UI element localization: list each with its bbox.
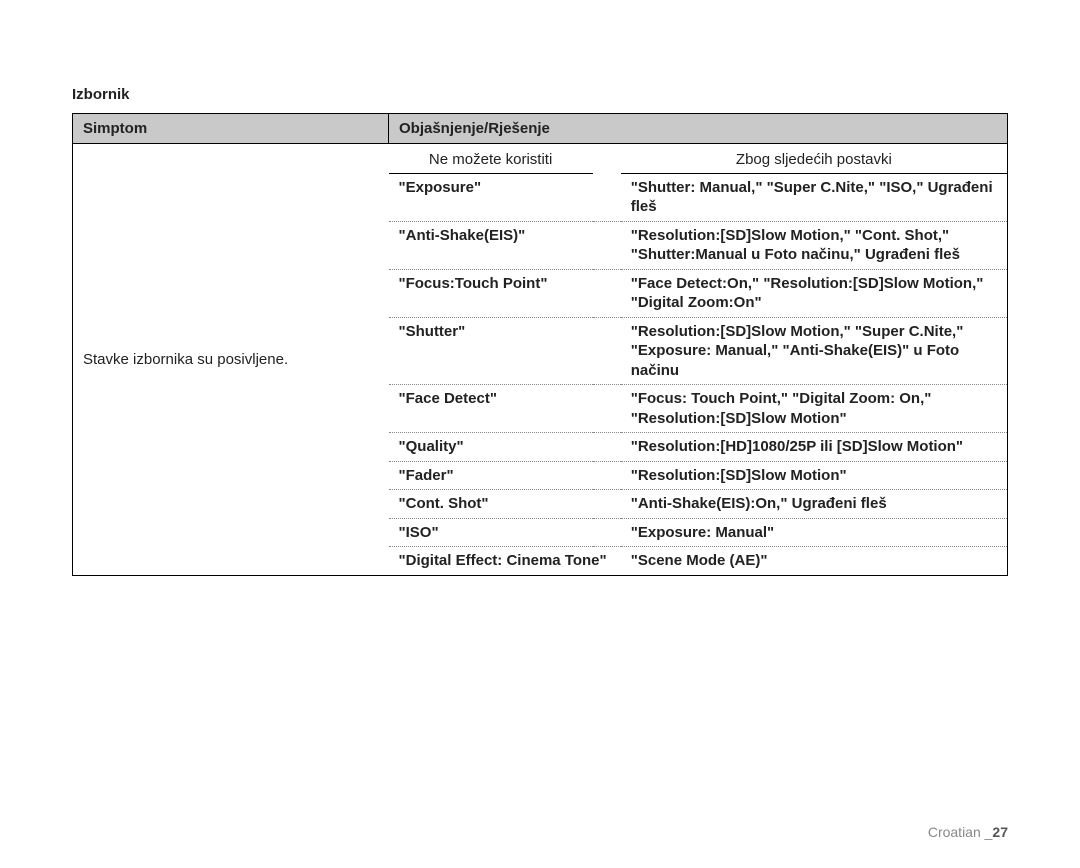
subheader-gap — [593, 144, 621, 173]
row-left: "Anti-Shake(EIS)" — [389, 221, 621, 269]
table-row: "ISO" "Exposure: Manual" — [389, 518, 1008, 547]
row-right: "Resolution:[HD]1080/25P ili [SD]Slow Mo… — [621, 433, 1007, 462]
row-left: "Cont. Shot" — [389, 490, 621, 519]
symptom-cell: Stavke izbornika su posivljene. — [73, 144, 389, 576]
table-row: "Fader" "Resolution:[SD]Slow Motion" — [389, 461, 1008, 490]
row-left: "ISO" — [389, 518, 621, 547]
subheader-cannot-use: Ne možete koristiti — [389, 144, 593, 173]
page-footer: Croatian _27 — [928, 824, 1008, 840]
row-left: "Digital Effect: Cinema Tone" — [389, 547, 621, 575]
row-right: "Resolution:[SD]Slow Motion," "Cont. Sho… — [621, 221, 1007, 269]
header-symptom: Simptom — [73, 114, 389, 144]
subheader-because: Zbog sljedećih postavki — [621, 144, 1007, 173]
troubleshoot-table: Simptom Objašnjenje/Rješenje Stavke izbo… — [72, 113, 1008, 576]
sub-table: Ne možete koristiti Zbog sljedećih posta… — [389, 144, 1008, 575]
row-left: "Exposure" — [389, 173, 621, 221]
table-row: "Focus:Touch Point" "Face Detect:On," "R… — [389, 269, 1008, 317]
explain-cell: Ne možete koristiti Zbog sljedećih posta… — [389, 144, 1008, 576]
table-row: "Quality" "Resolution:[HD]1080/25P ili [… — [389, 433, 1008, 462]
row-right: "Focus: Touch Point," "Digital Zoom: On,… — [621, 385, 1007, 433]
row-right: "Anti-Shake(EIS):On," Ugrađeni fleš — [621, 490, 1007, 519]
footer-page: 27 — [992, 824, 1008, 840]
footer-lang: Croatian _ — [928, 824, 993, 840]
row-left: "Shutter" — [389, 317, 621, 385]
header-explain: Objašnjenje/Rješenje — [389, 114, 1008, 144]
table-row: "Face Detect" "Focus: Touch Point," "Dig… — [389, 385, 1008, 433]
table-row: "Digital Effect: Cinema Tone" "Scene Mod… — [389, 547, 1008, 575]
row-right: "Shutter: Manual," "Super C.Nite," "ISO,… — [621, 173, 1007, 221]
row-right: "Resolution:[SD]Slow Motion," "Super C.N… — [621, 317, 1007, 385]
row-left: "Focus:Touch Point" — [389, 269, 621, 317]
row-right: "Face Detect:On," "Resolution:[SD]Slow M… — [621, 269, 1007, 317]
row-right: "Exposure: Manual" — [621, 518, 1007, 547]
row-left: "Quality" — [389, 433, 621, 462]
table-row: "Exposure" "Shutter: Manual," "Super C.N… — [389, 173, 1008, 221]
row-left: "Fader" — [389, 461, 621, 490]
symptom-text: Stavke izbornika su posivljene. — [83, 351, 288, 368]
section-title: Izbornik — [72, 86, 1008, 103]
row-left: "Face Detect" — [389, 385, 621, 433]
table-row: "Cont. Shot" "Anti-Shake(EIS):On," Ugrađ… — [389, 490, 1008, 519]
table-row: "Shutter" "Resolution:[SD]Slow Motion," … — [389, 317, 1008, 385]
row-right: "Scene Mode (AE)" — [621, 547, 1007, 575]
row-right: "Resolution:[SD]Slow Motion" — [621, 461, 1007, 490]
table-row: "Anti-Shake(EIS)" "Resolution:[SD]Slow M… — [389, 221, 1008, 269]
